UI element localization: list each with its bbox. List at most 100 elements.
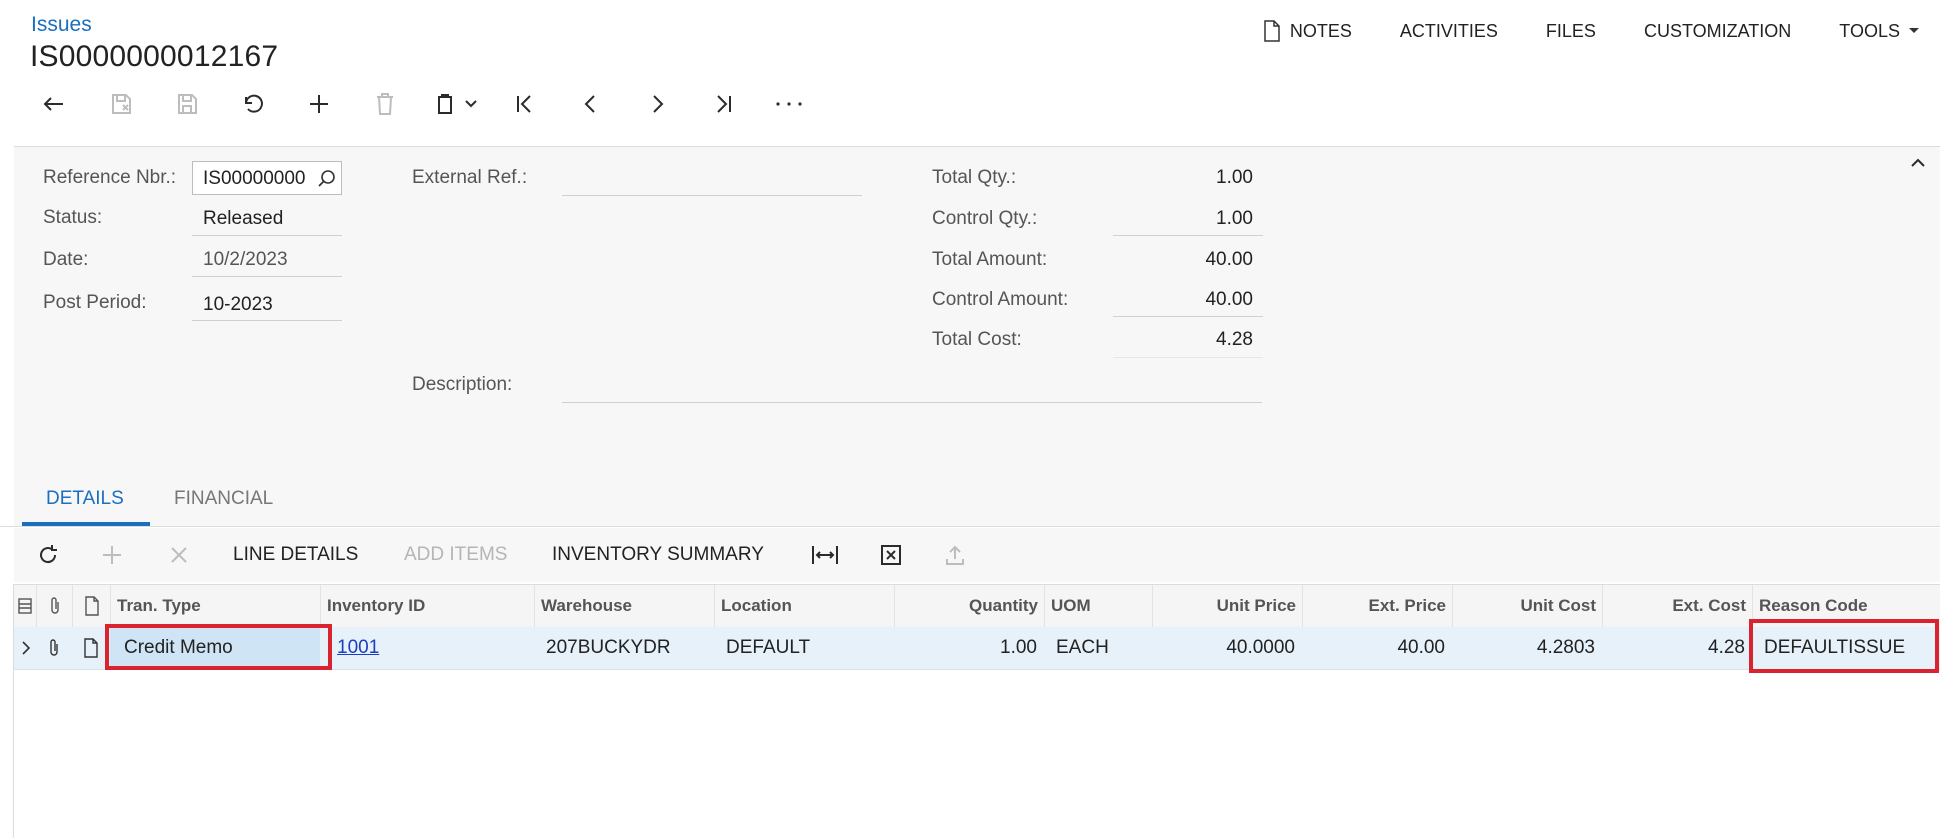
fit-columns-button[interactable] <box>811 528 839 582</box>
tab-financial[interactable]: FINANCIAL <box>174 488 273 510</box>
cancel-save-icon <box>112 94 131 114</box>
cell-warehouse[interactable]: 207BUCKYDR <box>534 627 714 669</box>
grid-toolbar: LINE DETAILS ADD ITEMS INVENTORY SUMMARY <box>14 528 1940 582</box>
add-items-button[interactable]: ADD ITEMS <box>404 528 507 582</box>
date-label: Date: <box>43 249 89 270</box>
cell-unit-cost[interactable]: 4.2803 <box>1452 627 1602 669</box>
row-attachment-button[interactable] <box>36 627 72 669</box>
delete-button[interactable] <box>352 84 418 124</box>
cell-unit-price[interactable]: 40.0000 <box>1152 627 1302 669</box>
search-icon[interactable] <box>317 169 337 189</box>
highlight-tran-type <box>105 624 332 670</box>
tab-details[interactable]: DETAILS <box>46 488 124 510</box>
control-amount-value[interactable]: 40.00 <box>1113 289 1253 311</box>
tools-menu[interactable]: TOOLS <box>1839 21 1920 42</box>
delete-icon <box>377 93 393 115</box>
col-location[interactable]: Location <box>714 585 894 627</box>
main-toolbar <box>22 84 822 124</box>
col-ext-price[interactable]: Ext. Price <box>1302 585 1452 627</box>
line-details-button[interactable]: LINE DETAILS <box>233 528 358 582</box>
add-icon <box>310 95 328 113</box>
cell-ext-price[interactable]: 40.00 <box>1302 627 1452 669</box>
attachment-header <box>36 585 72 627</box>
cell-inventory-id[interactable]: 1001 <box>330 627 534 669</box>
notes-button[interactable]: NOTES <box>1263 20 1352 42</box>
tools-label: TOOLS <box>1839 20 1900 41</box>
total-qty-value: 1.00 <box>1216 167 1253 188</box>
files-button[interactable]: FILES <box>1546 21 1596 42</box>
upload-button[interactable] <box>943 528 967 582</box>
col-quantity[interactable]: Quantity <box>894 585 1044 627</box>
col-unit-price[interactable]: Unit Price <box>1152 585 1302 627</box>
add-record-button[interactable] <box>286 84 352 124</box>
inventory-summary-button[interactable]: INVENTORY SUMMARY <box>552 528 764 582</box>
clipboard-menu-button[interactable] <box>418 84 492 124</box>
undo-icon <box>245 94 263 113</box>
total-cost-label: Total Cost: <box>932 329 1022 350</box>
control-qty-underline <box>1113 235 1263 236</box>
total-cost-value: 4.28 <box>1216 329 1253 350</box>
chevron-right-icon <box>22 641 31 655</box>
upload-icon <box>946 545 964 565</box>
note-header <box>72 585 110 627</box>
top-navigation: NOTES ACTIVITIES FILES CUSTOMIZATION TOO… <box>1263 18 1940 44</box>
col-inventory-id[interactable]: Inventory ID <box>320 585 534 627</box>
cell-uom[interactable]: EACH <box>1044 627 1152 669</box>
cancel-save-button[interactable] <box>88 84 154 124</box>
description-underline <box>562 402 1262 403</box>
export-excel-button[interactable] <box>879 528 903 582</box>
paperclip-icon <box>50 639 58 656</box>
excel-icon <box>881 545 901 565</box>
add-row-button[interactable] <box>100 528 124 582</box>
row-expand-button[interactable] <box>14 627 36 669</box>
activities-label: ACTIVITIES <box>1399 20 1498 41</box>
save-icon <box>178 94 197 114</box>
last-record-button[interactable] <box>690 84 756 124</box>
activities-button[interactable]: ACTIVITIES <box>1400 21 1498 42</box>
post-period-underline <box>192 320 342 321</box>
revert-button[interactable] <box>220 84 286 124</box>
line-details-label: LINE DETAILS <box>233 544 359 565</box>
total-qty-label: Total Qty.: <box>932 167 1017 188</box>
save-button[interactable] <box>154 84 220 124</box>
previous-record-button[interactable] <box>558 84 624 124</box>
refresh-button[interactable] <box>36 528 60 582</box>
post-period-label: Post Period: <box>43 292 147 313</box>
collapse-icon[interactable] <box>1910 157 1926 169</box>
add-icon <box>103 546 121 564</box>
col-warehouse[interactable]: Warehouse <box>534 585 714 627</box>
note-icon <box>85 596 99 616</box>
reference-nbr-label: Reference Nbr.: <box>43 167 177 188</box>
back-button[interactable] <box>22 84 88 124</box>
reference-nbr-input[interactable]: IS00000000 <box>192 161 342 195</box>
cell-location[interactable]: DEFAULT <box>714 627 894 669</box>
inventory-id-link[interactable]: 1001 <box>337 637 379 658</box>
breadcrumb-issues[interactable]: Issues <box>31 13 92 37</box>
caret-down-icon <box>1909 28 1919 33</box>
control-qty-label: Control Qty.: <box>932 208 1038 229</box>
notes-label: NOTES <box>1289 20 1352 41</box>
tab-details-indicator <box>22 522 150 526</box>
page-title: IS0000000012167 <box>30 40 279 73</box>
col-unit-cost[interactable]: Unit Cost <box>1452 585 1602 627</box>
customization-label: CUSTOMIZATION <box>1643 20 1792 41</box>
total-cost-underline <box>1113 357 1263 358</box>
delete-row-button[interactable] <box>168 528 190 582</box>
notes-icon <box>1264 20 1280 42</box>
control-qty-value[interactable]: 1.00 <box>1113 208 1253 230</box>
col-tran-type[interactable]: Tran. Type <box>110 585 320 627</box>
cell-quantity[interactable]: 1.00 <box>894 627 1044 669</box>
customization-button[interactable]: CUSTOMIZATION <box>1644 21 1791 42</box>
col-ext-cost[interactable]: Ext. Cost <box>1602 585 1752 627</box>
undo-back-icon <box>43 97 63 111</box>
next-record-button[interactable] <box>624 84 690 124</box>
cell-ext-cost[interactable]: 4.28 <box>1602 627 1752 669</box>
first-record-button[interactable] <box>492 84 558 124</box>
row-selector-header[interactable] <box>14 585 36 627</box>
close-icon <box>171 547 187 563</box>
more-actions-button[interactable] <box>756 84 822 124</box>
post-period-value[interactable]: 10-2023 <box>203 294 273 316</box>
next-record-icon <box>653 95 664 113</box>
col-uom[interactable]: UOM <box>1044 585 1152 627</box>
control-amount-label: Control Amount: <box>932 289 1069 310</box>
